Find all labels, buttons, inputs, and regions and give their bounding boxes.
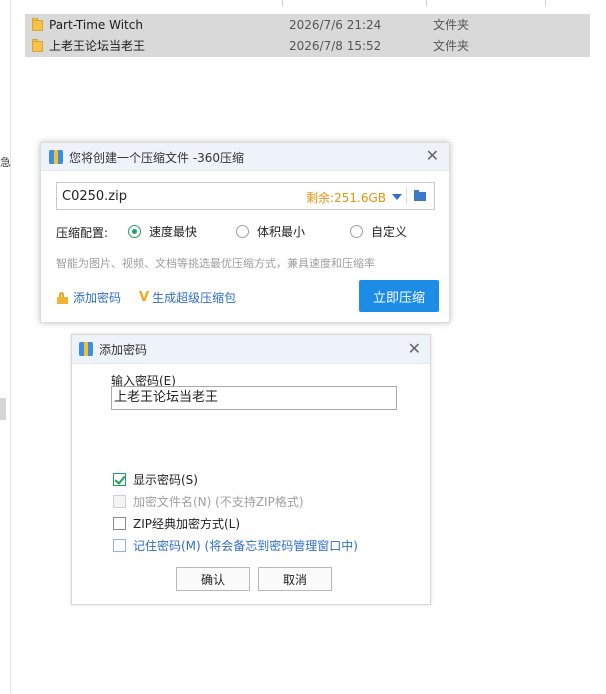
remember-password-checkbox[interactable]: 记住密码(M) (将会备忘到密码管理窗口中) (113, 537, 358, 554)
file-row[interactable]: 上老王论坛当老王 2026/7/8 15:52 文件夹 (25, 35, 590, 56)
chevron-down-icon[interactable] (392, 194, 402, 200)
file-list-selection: Part-Time Witch 2026/7/6 21:24 文件夹 上老王论坛… (25, 14, 590, 57)
compress-now-button[interactable]: 立即压缩 (359, 280, 439, 312)
column-divider[interactable] (545, 0, 546, 6)
file-row[interactable]: Part-Time Witch 2026/7/6 21:24 文件夹 (25, 14, 590, 35)
checkbox-checked-icon[interactable] (113, 473, 126, 486)
file-name: 上老王论坛当老王 (49, 39, 146, 53)
mode-smallest-radio[interactable]: 体积最小 (236, 223, 305, 240)
close-icon[interactable]: ✕ (426, 148, 439, 164)
password-dialog-title: 添加密码 (99, 343, 148, 357)
checkbox-icon[interactable] (113, 517, 126, 530)
super-package-link[interactable]: V 生成超级压缩包 (139, 289, 236, 306)
password-input[interactable]: 上老王论坛当老王 (111, 386, 397, 410)
add-password-link[interactable]: 添加密码 (57, 289, 121, 306)
nav-stub-text: 急 (0, 156, 11, 169)
free-space-label: 剩余:251.6GB (306, 191, 386, 205)
checkbox-icon (113, 495, 126, 508)
file-date: 2026/7/8 15:52 (289, 38, 382, 53)
compression-mode-label: 压缩配置: (56, 226, 109, 240)
radio-icon[interactable] (236, 225, 249, 238)
mode-label[interactable]: 自定义 (371, 223, 407, 240)
checkbox-icon[interactable] (113, 539, 126, 552)
checkbox-label[interactable]: ZIP经典加密方式(L) (133, 515, 240, 532)
file-type: 文件夹 (433, 39, 470, 53)
compress-dialog-titlebar[interactable]: 您将创建一个压缩文件 -360压缩 ✕ (41, 143, 449, 171)
mode-label[interactable]: 速度最快 (149, 223, 197, 240)
lock-icon (57, 291, 68, 304)
compress-dialog-title: 您将创建一个压缩文件 -360压缩 (69, 151, 245, 165)
confirm-button[interactable]: 确认 (176, 567, 250, 591)
zip-app-icon (79, 342, 93, 356)
add-password-dialog: 添加密码 ✕ 输入密码(E) 上老王论坛当老王 显示密码(S) 加密文件名(N)… (71, 334, 431, 605)
password-dialog-titlebar[interactable]: 添加密码 ✕ (72, 335, 430, 364)
radio-selected-icon[interactable] (128, 225, 141, 238)
radio-icon[interactable] (350, 225, 363, 238)
add-password-label[interactable]: 添加密码 (73, 289, 121, 306)
mode-label[interactable]: 体积最小 (257, 223, 305, 240)
nav-scrollbar[interactable] (0, 398, 6, 420)
checkbox-label[interactable]: 显示密码(S) (133, 471, 198, 488)
column-divider[interactable] (426, 0, 427, 6)
browse-folder-icon[interactable] (414, 190, 426, 201)
archive-path-field[interactable]: C0250.zip 剩余:251.6GB (56, 182, 435, 210)
archive-filename[interactable]: C0250.zip (62, 189, 127, 204)
vip-icon: V (139, 290, 150, 305)
compress-dialog: 您将创建一个压缩文件 -360压缩 ✕ C0250.zip 剩余:251.6GB… (40, 142, 450, 323)
encrypt-filenames-checkbox: 加密文件名(N) (不支持ZIP格式) (113, 493, 304, 510)
show-password-checkbox[interactable]: 显示密码(S) (113, 471, 198, 488)
checkbox-label[interactable]: 记住密码(M) (将会备忘到密码管理窗口中) (133, 537, 358, 554)
mode-fastest-radio[interactable]: 速度最快 (128, 223, 197, 240)
close-icon[interactable]: ✕ (408, 341, 421, 357)
folder-icon (32, 39, 43, 52)
folder-icon (32, 18, 43, 31)
zip-classic-encryption-checkbox[interactable]: ZIP经典加密方式(L) (113, 515, 240, 532)
mode-custom-radio[interactable]: 自定义 (350, 223, 407, 240)
file-date: 2026/7/6 21:24 (289, 17, 382, 32)
checkbox-label: 加密文件名(N) (不支持ZIP格式) (133, 495, 304, 509)
super-package-label[interactable]: 生成超级压缩包 (152, 289, 236, 306)
cancel-button[interactable]: 取消 (258, 567, 332, 591)
column-headers[interactable] (25, 0, 595, 6)
navigation-pane: 急 (0, 0, 11, 694)
zip-app-icon (49, 150, 63, 164)
mode-hint: 智能为图片、视频、文档等挑选最优压缩方式，兼具速度和压缩率 (56, 257, 375, 270)
column-divider[interactable] (282, 0, 283, 6)
file-name: Part-Time Witch (49, 17, 143, 32)
file-type: 文件夹 (433, 18, 470, 32)
divider (406, 187, 407, 205)
